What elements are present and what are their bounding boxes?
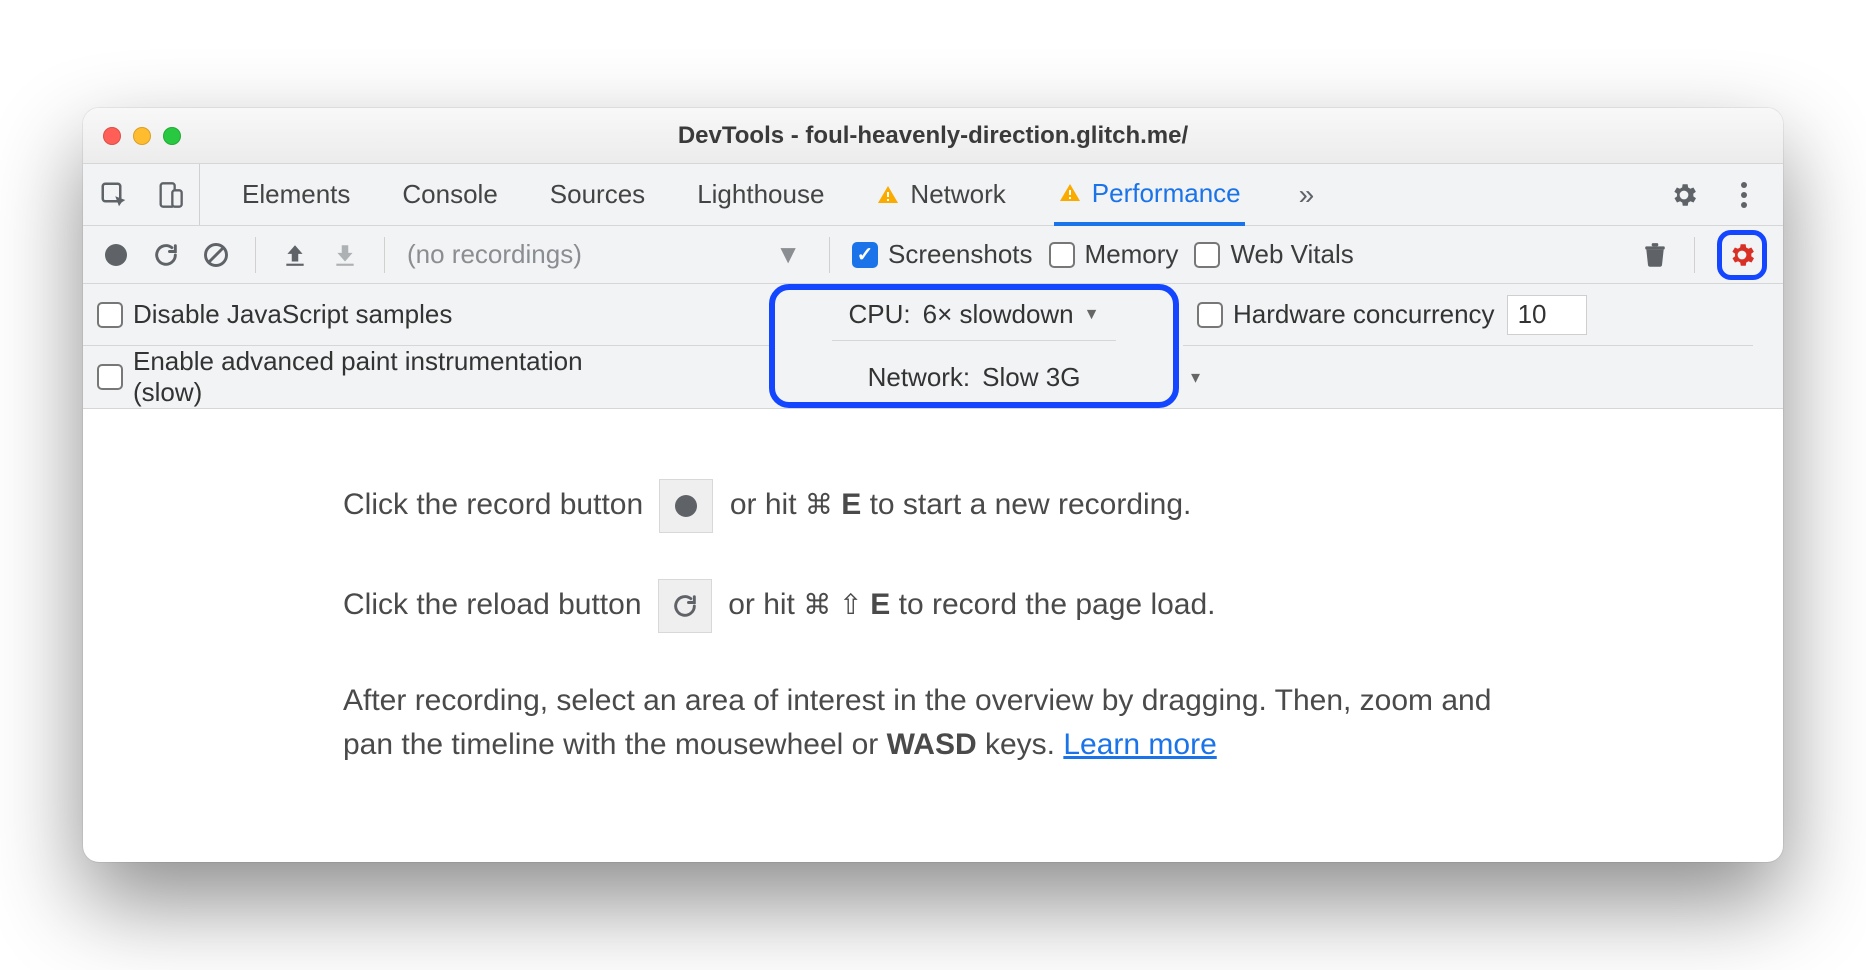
- warning-icon: [1058, 181, 1082, 205]
- checkbox-icon: [852, 242, 878, 268]
- reload-button-inline[interactable]: [658, 579, 712, 633]
- checkbox-icon: [1049, 242, 1075, 268]
- tab-lighthouse[interactable]: Lighthouse: [693, 164, 828, 225]
- titlebar: DevTools - foul-heavenly-direction.glitc…: [83, 108, 1783, 164]
- device-toggle-icon[interactable]: [151, 176, 189, 214]
- hint-reload: Click the reload button or hit ⌘ ⇧ E to …: [343, 579, 1523, 633]
- hint-zoom: After recording, select an area of inter…: [343, 679, 1523, 766]
- performance-toolbar: (no recordings) ▼ Screenshots Memory Web…: [83, 226, 1783, 284]
- checkbox-icon: [1197, 302, 1223, 328]
- tab-elements[interactable]: Elements: [238, 164, 354, 225]
- window-title: DevTools - foul-heavenly-direction.glitc…: [83, 122, 1783, 150]
- record-button[interactable]: [99, 238, 133, 272]
- clear-button[interactable]: [199, 238, 233, 272]
- web-vitals-checkbox[interactable]: Web Vitals: [1194, 239, 1353, 270]
- screenshots-checkbox[interactable]: Screenshots: [852, 239, 1033, 270]
- disable-js-samples-checkbox[interactable]: Disable JavaScript samples: [97, 299, 452, 330]
- reload-record-button[interactable]: [149, 238, 183, 272]
- devtools-window: DevTools - foul-heavenly-direction.glitc…: [83, 108, 1783, 862]
- hardware-concurrency-input[interactable]: 10: [1507, 295, 1587, 335]
- advanced-paint-checkbox[interactable]: Enable advanced paint instrumentation (s…: [97, 346, 653, 408]
- window-minimize-button[interactable]: [133, 127, 151, 145]
- chevron-down-icon: ▼: [1084, 306, 1100, 324]
- checkbox-icon: [97, 364, 123, 390]
- tab-performance[interactable]: Performance: [1054, 165, 1245, 226]
- hardware-concurrency-checkbox[interactable]: Hardware concurrency: [1197, 299, 1495, 330]
- window-maximize-button[interactable]: [163, 127, 181, 145]
- checkbox-icon: [97, 302, 123, 328]
- devtools-tabstrip: Elements Console Sources Lighthouse Netw…: [83, 164, 1783, 226]
- capture-settings-highlight: [1717, 230, 1767, 280]
- no-recordings-label: (no recordings): [407, 239, 582, 270]
- hint-record: Click the record button or hit ⌘ E to st…: [343, 479, 1523, 533]
- checkbox-icon: [1194, 242, 1220, 268]
- tabs-overflow-button[interactable]: »: [1289, 179, 1325, 211]
- memory-checkbox[interactable]: Memory: [1049, 239, 1179, 270]
- network-throttle-select[interactable]: Slow 3G: [982, 362, 1080, 393]
- tab-console[interactable]: Console: [398, 164, 501, 225]
- cpu-throttle-label: CPU:: [848, 299, 910, 330]
- performance-landing: Click the record button or hit ⌘ E to st…: [83, 409, 1783, 862]
- inspect-element-icon[interactable]: [95, 176, 133, 214]
- network-throttle-label: Network:: [868, 362, 971, 393]
- record-button-inline[interactable]: [659, 479, 713, 533]
- warning-icon: [876, 183, 900, 207]
- capture-settings-panel: Disable JavaScript samples CPU: 6× slowd…: [83, 284, 1783, 409]
- garbage-collect-icon[interactable]: [1638, 238, 1672, 272]
- window-close-button[interactable]: [103, 127, 121, 145]
- learn-more-link[interactable]: Learn more: [1063, 728, 1216, 761]
- settings-icon[interactable]: [1665, 176, 1703, 214]
- traffic-lights: [103, 127, 181, 145]
- chevron-down-icon: ▾: [1191, 367, 1200, 388]
- cpu-throttle-select[interactable]: 6× slowdown ▼: [923, 299, 1100, 330]
- tab-network[interactable]: Network: [872, 164, 1009, 225]
- load-profile-icon[interactable]: [278, 238, 312, 272]
- recordings-dropdown[interactable]: (no recordings) ▼: [407, 239, 807, 270]
- save-profile-icon[interactable]: [328, 238, 362, 272]
- throttling-highlight: CPU: 6× slowdown ▼ Network: Slow 3G: [769, 284, 1179, 408]
- tab-sources[interactable]: Sources: [546, 164, 649, 225]
- chevron-down-icon: ▼: [775, 239, 801, 270]
- capture-settings-icon[interactable]: [1725, 238, 1759, 272]
- kebab-menu-icon[interactable]: [1725, 176, 1763, 214]
